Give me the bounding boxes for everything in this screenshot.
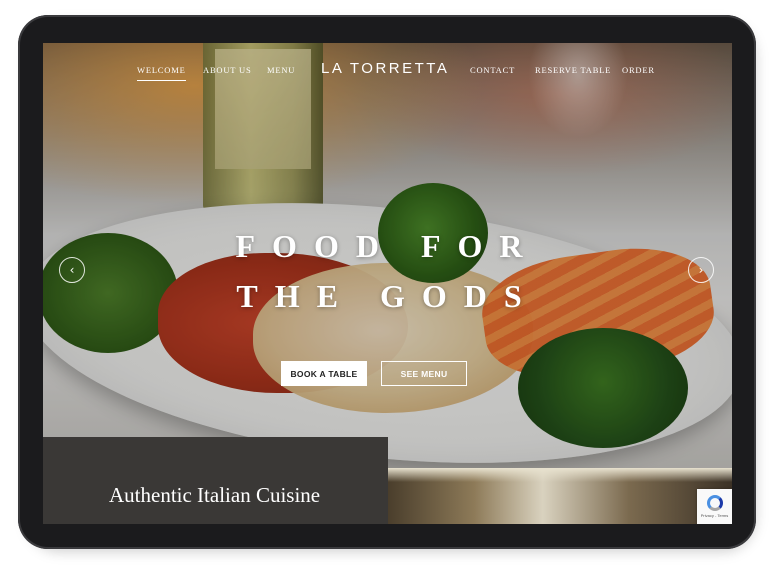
see-menu-button[interactable]: SEE MENU [381,361,467,386]
restaurant-interior-image [388,468,732,524]
intro-title: Authentic Italian Cuisine [109,483,321,507]
intro-panel: Authentic Italian Cuisine [43,437,388,524]
recaptcha-text: Privacy - Terms [700,513,729,518]
hero-headline: FOOD FOR THE GODS [43,221,732,321]
recaptcha-badge[interactable]: Privacy - Terms [697,489,732,524]
site-logo[interactable]: LA TORRETTA [321,60,449,77]
main-nav: WELCOME ABOUT US MENU LA TORRETTA CONTAC… [43,43,732,113]
nav-item-contact[interactable]: CONTACT [470,65,515,80]
hero-headline-line1: FOOD FOR [235,228,540,264]
nav-item-order[interactable]: ORDER [622,65,655,80]
nav-item-about-us[interactable]: ABOUT US [203,65,252,80]
nav-item-reserve-table[interactable]: RESERVE TABLE [535,65,611,80]
book-a-table-button[interactable]: BOOK A TABLE [281,361,367,386]
nav-item-welcome[interactable]: WELCOME [137,65,186,81]
screen: WELCOME ABOUT US MENU LA TORRETTA CONTAC… [43,43,732,524]
recaptcha-icon [706,495,723,511]
hero-headline-line2: THE GODS [236,278,539,314]
nav-item-menu[interactable]: MENU [267,65,295,80]
